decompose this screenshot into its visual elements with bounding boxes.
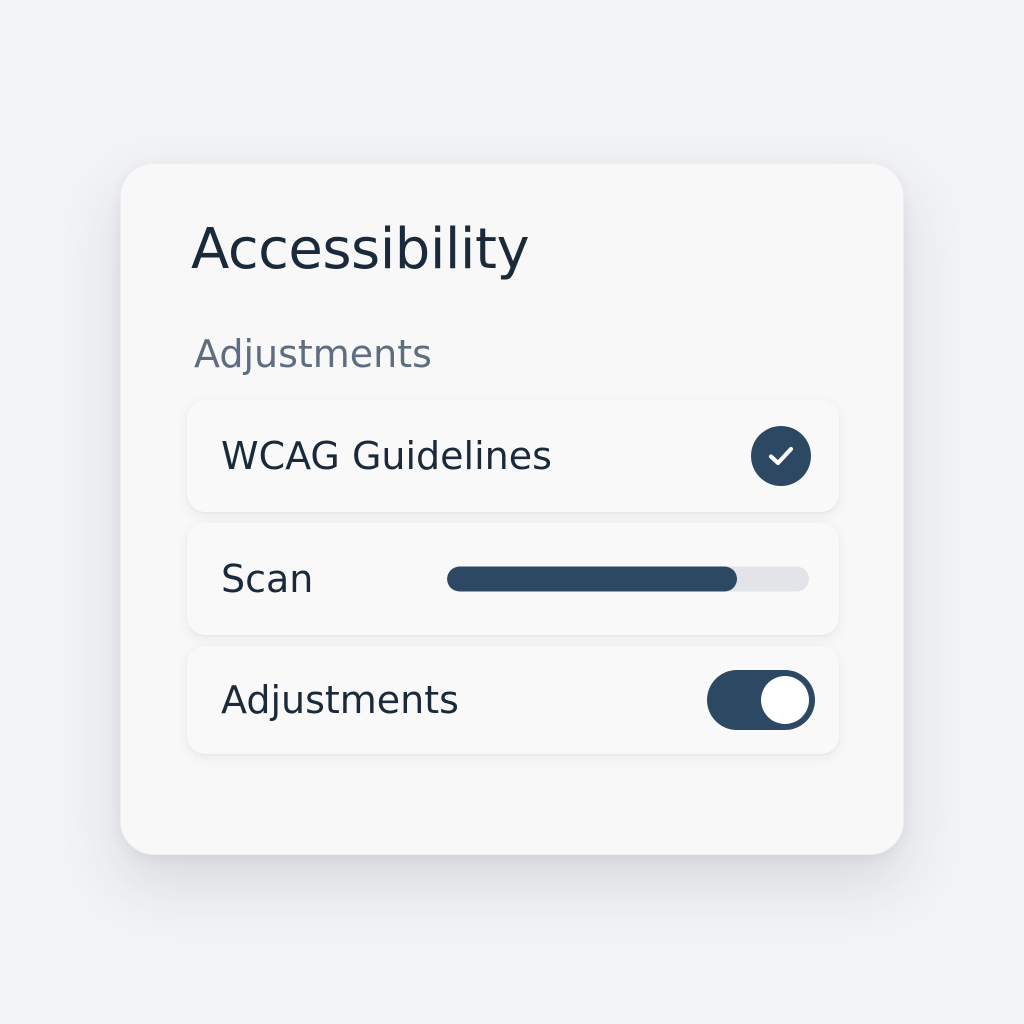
scan-progress-bar: [447, 566, 809, 592]
accessibility-panel: Accessibility Adjustments WCAG Guideline…: [120, 163, 904, 855]
wcag-guidelines-row[interactable]: WCAG Guidelines: [187, 400, 839, 512]
wcag-guidelines-label: WCAG Guidelines: [221, 434, 552, 478]
section-label-adjustments: Adjustments: [194, 332, 432, 376]
scan-progress-fill: [447, 566, 737, 592]
panel-title: Accessibility: [191, 217, 530, 282]
check-icon[interactable]: [751, 426, 811, 486]
adjustments-row[interactable]: Adjustments: [187, 646, 839, 754]
adjustments-label: Adjustments: [221, 678, 459, 722]
scan-row: Scan: [187, 523, 839, 635]
checkmark-glyph: [768, 446, 794, 466]
adjustments-toggle[interactable]: [707, 670, 815, 730]
scan-label: Scan: [221, 557, 314, 601]
toggle-knob: [761, 676, 809, 724]
